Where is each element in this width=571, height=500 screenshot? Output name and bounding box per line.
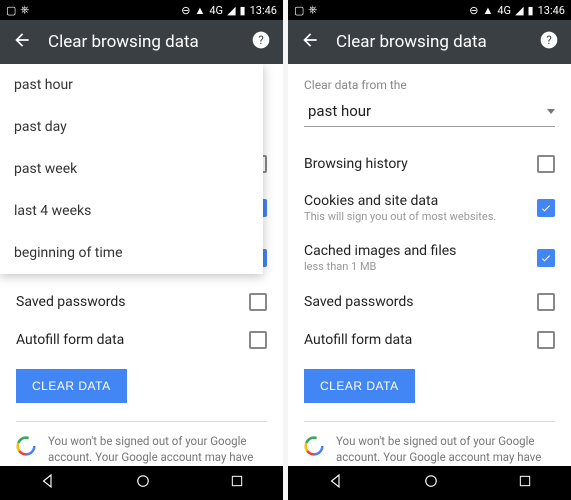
chevron-down-icon	[547, 109, 555, 114]
clear-data-button[interactable]: CLEAR DATA	[16, 369, 127, 403]
help-icon[interactable]: ?	[539, 30, 559, 54]
back-icon[interactable]	[300, 30, 320, 54]
app-bar: Clear browsing data ?	[0, 20, 283, 64]
nav-recent-icon[interactable]	[517, 473, 533, 493]
back-icon[interactable]	[12, 30, 32, 54]
checkbox-row-browsing-history[interactable]: Browsing history	[304, 145, 555, 183]
image-icon: ▢	[294, 4, 304, 17]
checkbox[interactable]	[537, 155, 555, 173]
info-card: You won't be signed out of your Google a…	[304, 421, 555, 466]
nav-back-icon[interactable]	[327, 472, 345, 494]
svg-text:?: ?	[258, 33, 264, 47]
help-icon[interactable]: ?	[251, 30, 271, 54]
battery-icon: ▮	[240, 4, 246, 17]
checkbox-row-cookies[interactable]: Cookies and site dataThis will sign you …	[304, 183, 555, 233]
dropdown-selected-value: past hour	[308, 102, 371, 120]
image-icon: ▢	[6, 4, 16, 17]
page-title: Clear browsing data	[336, 32, 523, 52]
checkbox-row-cached[interactable]: Cached images and filesless than 1 MB	[304, 233, 555, 283]
dropdown-option-beginning-of-time[interactable]: beginning of time	[0, 232, 263, 274]
status-bar: ▢ ⎈ ⊖ ▲ 4G ◢ ▮ 13:46	[0, 0, 283, 20]
page-title: Clear browsing data	[48, 32, 235, 52]
checkbox[interactable]	[537, 249, 555, 267]
checkbox[interactable]	[537, 199, 555, 217]
info-card: You won't be signed out of your Google a…	[16, 421, 267, 466]
clock-time: 13:46	[250, 4, 277, 17]
nav-back-icon[interactable]	[39, 472, 57, 494]
clear-data-button[interactable]: CLEAR DATA	[304, 369, 415, 403]
checkbox-row-saved-passwords[interactable]: Saved passwords	[304, 283, 555, 321]
android-nav-bar	[0, 466, 283, 500]
location-icon: ⎈	[308, 3, 317, 17]
content-area: Clear data from the past hour Browsing h…	[0, 64, 283, 466]
checkbox[interactable]	[249, 293, 267, 311]
nav-recent-icon[interactable]	[229, 473, 245, 493]
svg-text:?: ?	[546, 33, 552, 47]
checkbox[interactable]	[537, 331, 555, 349]
signal-bars-icon: ◢	[227, 4, 235, 17]
signal-icon: 4G	[209, 4, 223, 17]
checkbox-row-autofill[interactable]: Autofill form data	[304, 321, 555, 359]
signal-bars-icon: ◢	[515, 4, 523, 17]
dnd-icon: ⊖	[469, 4, 478, 17]
nav-home-icon[interactable]	[134, 472, 152, 494]
checkbox-row-saved-passwords[interactable]: Saved passwords	[16, 283, 267, 321]
dropdown-option-last-4-weeks[interactable]: last 4 weeks	[0, 190, 263, 232]
dnd-icon: ⊖	[181, 4, 190, 17]
info-text: You won't be signed out of your Google a…	[48, 434, 267, 466]
time-range-dropdown-menu: past hour past day past week last 4 week…	[0, 64, 263, 274]
dropdown-option-past-week[interactable]: past week	[0, 148, 263, 190]
status-bar: ▢ ⎈ ⊖ ▲ 4G ◢ ▮ 13:46	[288, 0, 571, 20]
dropdown-option-past-hour[interactable]: past hour	[0, 64, 263, 106]
section-label: Clear data from the	[304, 78, 555, 92]
dropdown-option-past-day[interactable]: past day	[0, 106, 263, 148]
location-icon: ⎈	[20, 3, 29, 17]
checkbox[interactable]	[249, 331, 267, 349]
content-area: Clear data from the past hour Browsing h…	[288, 64, 571, 466]
battery-icon: ▮	[528, 4, 534, 17]
google-logo-icon	[304, 436, 324, 456]
time-range-dropdown[interactable]: past hour	[304, 96, 555, 127]
info-text: You won't be signed out of your Google a…	[336, 434, 555, 466]
google-logo-icon	[16, 436, 36, 456]
phone-screen-right: ▢ ⎈ ⊖ ▲ 4G ◢ ▮ 13:46 Clear browsing data…	[288, 0, 571, 500]
app-bar: Clear browsing data ?	[288, 20, 571, 64]
phone-screen-left: ▢ ⎈ ⊖ ▲ 4G ◢ ▮ 13:46 Clear browsing data…	[0, 0, 283, 500]
wifi-icon: ▲	[482, 4, 493, 17]
android-nav-bar	[288, 466, 571, 500]
nav-home-icon[interactable]	[422, 472, 440, 494]
signal-icon: 4G	[497, 4, 511, 17]
checkbox-row-autofill[interactable]: Autofill form data	[16, 321, 267, 359]
wifi-icon: ▲	[194, 4, 205, 17]
checkbox[interactable]	[537, 293, 555, 311]
clock-time: 13:46	[538, 4, 565, 17]
